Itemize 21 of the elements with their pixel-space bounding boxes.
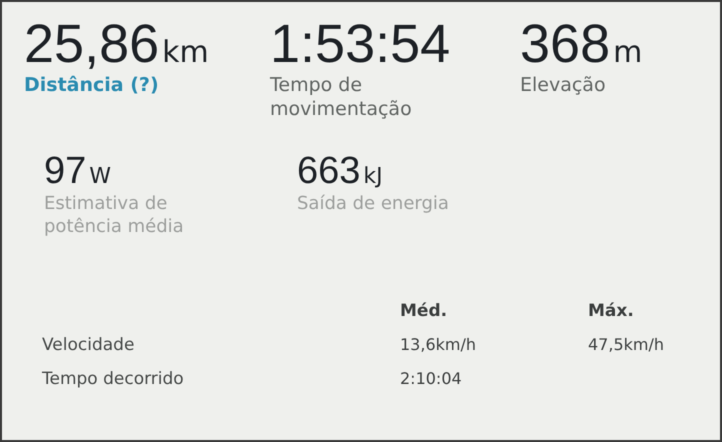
row-label: Velocidade [42,334,136,355]
stat-value: 663 [297,152,360,192]
stat-label: Tempo de movimentação [270,72,413,122]
stat-label: Estimativa de potência média [44,192,185,239]
stat-value: 368 [520,16,610,73]
row-label: Tempo decorrido [42,368,185,389]
stat-link[interactable]: Distância (?) [24,72,214,98]
column-header: Méd. [400,300,448,321]
table-cell-text: 13,6km/h [400,334,478,354]
stat-unit: kJ [363,164,383,190]
stat-label: Elevação [520,72,607,98]
stat-value: 97 [44,152,86,192]
stat-unit: km [162,35,209,70]
stat-unit: W [89,164,112,190]
table-cell-text: 47,5km/h [588,334,666,354]
stat-label: Saída de energia [297,192,450,216]
stat-value: 1:53:54 [270,16,450,73]
stat-value: 25,86 [24,16,160,73]
column-header: Máx. [588,300,635,321]
table-cell-text: 2:10:04 [400,368,463,388]
stat-unit: m [613,35,642,70]
